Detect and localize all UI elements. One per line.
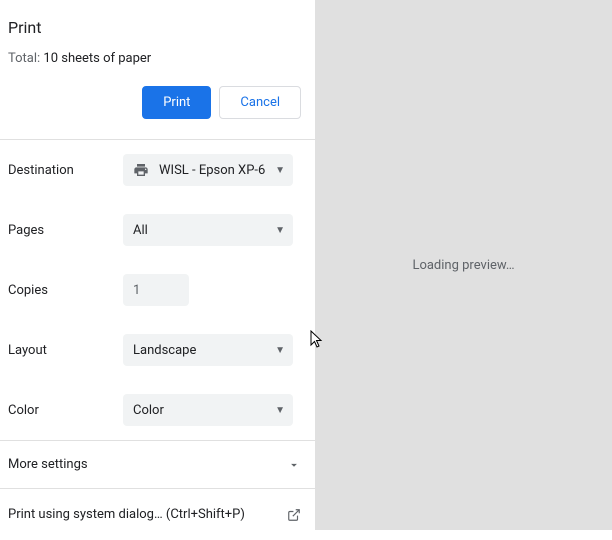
pages-select[interactable]: All ▼ xyxy=(123,214,293,246)
chevron-down-icon: ▼ xyxy=(275,345,285,356)
color-value: Color xyxy=(133,403,269,418)
preview-loading-text: Loading preview… xyxy=(412,258,514,273)
print-settings-panel: Print Total: 10 sheets of paper Print Ca… xyxy=(0,0,315,530)
total-sheets: Total: 10 sheets of paper xyxy=(8,51,307,66)
copies-input[interactable] xyxy=(123,274,189,306)
color-label: Color xyxy=(8,403,123,418)
printer-icon xyxy=(133,162,149,178)
open-external-icon xyxy=(287,508,301,522)
preview-panel: Loading preview… xyxy=(315,0,612,530)
layout-row: Layout Landscape ▼ xyxy=(0,320,315,380)
chevron-down-icon xyxy=(287,458,301,472)
system-dialog-label: Print using system dialog… (Ctrl+Shift+P… xyxy=(8,507,245,522)
layout-label: Layout xyxy=(8,343,123,358)
layout-select[interactable]: Landscape ▼ xyxy=(123,334,293,366)
destination-row: Destination WISL - Epson XP-6 ▼ xyxy=(0,140,315,200)
more-settings-label: More settings xyxy=(8,457,88,472)
more-settings-toggle[interactable]: More settings xyxy=(0,440,315,489)
color-row: Color Color ▼ xyxy=(0,380,315,440)
page-title: Print xyxy=(8,18,307,37)
total-prefix: Total: xyxy=(8,51,43,66)
destination-value: WISL - Epson XP-6 xyxy=(159,163,269,178)
cancel-button[interactable]: Cancel xyxy=(219,86,301,119)
pages-row: Pages All ▼ xyxy=(0,200,315,260)
print-button[interactable]: Print xyxy=(142,86,211,119)
color-select[interactable]: Color ▼ xyxy=(123,394,293,426)
settings-list: Destination WISL - Epson XP-6 ▼ Pages Al… xyxy=(0,140,315,440)
copies-label: Copies xyxy=(8,283,123,298)
chevron-down-icon: ▼ xyxy=(275,165,285,176)
chevron-down-icon: ▼ xyxy=(275,405,285,416)
total-count: 10 sheets of paper xyxy=(43,51,151,66)
copies-row: Copies xyxy=(0,260,315,320)
header: Print Total: 10 sheets of paper xyxy=(0,0,315,66)
pages-label: Pages xyxy=(8,223,123,238)
pages-value: All xyxy=(133,223,269,238)
layout-value: Landscape xyxy=(133,343,269,358)
system-dialog-link[interactable]: Print using system dialog… (Ctrl+Shift+P… xyxy=(0,489,315,540)
destination-select[interactable]: WISL - Epson XP-6 ▼ xyxy=(123,154,293,186)
destination-label: Destination xyxy=(8,163,123,178)
chevron-down-icon: ▼ xyxy=(275,225,285,236)
action-buttons: Print Cancel xyxy=(0,66,315,140)
